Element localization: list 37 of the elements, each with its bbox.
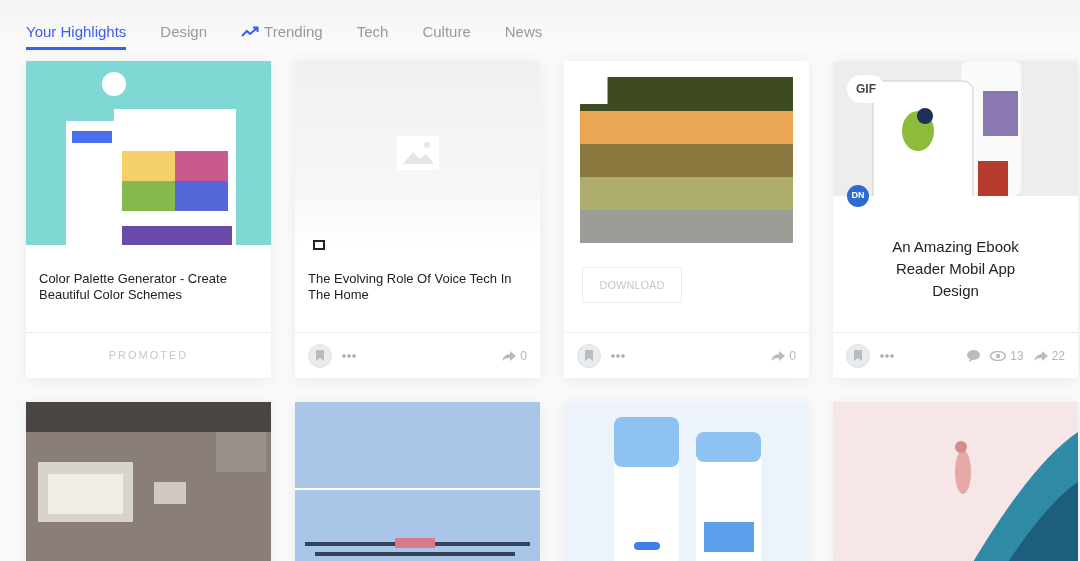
promoted-label: PROMOTED	[108, 348, 189, 364]
avatar[interactable]: DN	[847, 185, 869, 207]
share-icon	[502, 349, 517, 362]
bookmark-button[interactable]	[308, 343, 332, 368]
tab[interactable]: Culture	[422, 14, 471, 50]
more-icon	[611, 354, 625, 359]
bookmark-icon	[585, 350, 593, 361]
bookmark-icon	[854, 350, 862, 361]
card-title: An Amazing Ebook Reader Mobil App Design	[891, 237, 1020, 301]
bookmark-icon	[316, 350, 324, 361]
download-button[interactable]: DOWNLOAD	[582, 267, 682, 303]
view-count: 13	[1010, 347, 1024, 365]
share-count: 0	[789, 347, 796, 365]
tab[interactable]: Tech	[356, 14, 389, 50]
logo-icon	[313, 240, 325, 250]
more-icon	[880, 354, 894, 359]
eye-icon	[990, 350, 1007, 361]
share-count: 22	[1051, 347, 1065, 365]
share-icon	[1033, 349, 1048, 362]
bookmark-button[interactable]	[577, 343, 601, 368]
bookmark-button[interactable]	[846, 343, 870, 368]
more-icon	[342, 354, 356, 359]
tab[interactable]: Trending	[241, 14, 323, 50]
comment-icon	[967, 349, 981, 362]
card[interactable]: Color Palette Generator - Create Beautiful Color Schemes PROMOTED	[26, 61, 271, 378]
share-icon	[771, 349, 786, 362]
card-title: The Evolving Role Of Voice Tech In The Home	[307, 270, 513, 304]
share-count: 0	[520, 347, 527, 365]
card[interactable]: GIF DN An Amazing Ebook Reader Mobil App Design 13 22	[833, 61, 1078, 378]
tab[interactable]: News	[504, 14, 543, 50]
card-title: Color Palette Generator - Create Beautiful Color Schemes	[38, 270, 228, 304]
tab[interactable]: Your Highlights	[26, 14, 127, 50]
trend-icon	[241, 26, 260, 38]
card[interactable]: The Evolving Role Of Voice Tech In The Home 0	[295, 61, 540, 378]
image-icon	[396, 136, 439, 170]
tab[interactable]: Design	[160, 14, 208, 50]
card[interactable]: DOWNLOAD 0	[564, 61, 809, 378]
